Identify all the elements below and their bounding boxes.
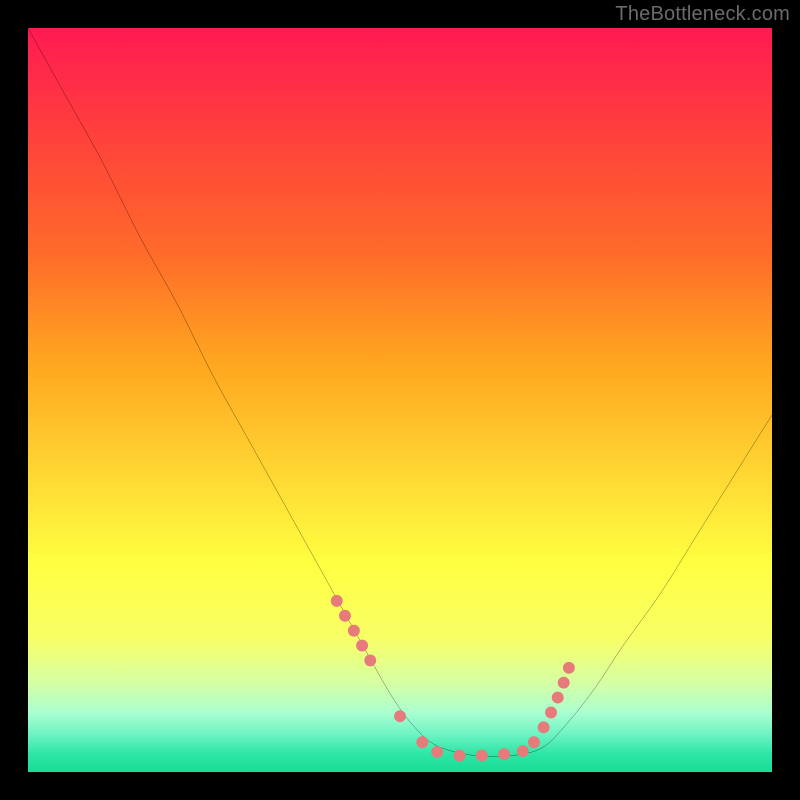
trough-dot (517, 745, 529, 757)
trough-dot (563, 662, 575, 674)
trough-dot (538, 721, 550, 733)
trough-dot (331, 595, 343, 607)
trough-dot (454, 750, 466, 762)
trough-dot (416, 736, 428, 748)
trough-dot (431, 746, 443, 758)
trough-dot (498, 748, 510, 760)
bottleneck-curve (28, 28, 772, 757)
trough-dot (476, 750, 488, 762)
trough-dot (348, 625, 360, 637)
trough-dot (545, 707, 557, 719)
trough-dot (528, 736, 540, 748)
trough-dots-group (331, 595, 575, 762)
trough-dot (364, 654, 376, 666)
trough-dot (339, 610, 351, 622)
trough-dot (558, 677, 570, 689)
trough-dot (356, 640, 368, 652)
curve-group (28, 28, 772, 757)
chart-frame: TheBottleneck.com (0, 0, 800, 800)
watermark-text: TheBottleneck.com (615, 3, 790, 26)
chart-svg (28, 28, 772, 772)
trough-dot (394, 710, 406, 722)
trough-dot (552, 692, 564, 704)
plot-area (28, 28, 772, 772)
